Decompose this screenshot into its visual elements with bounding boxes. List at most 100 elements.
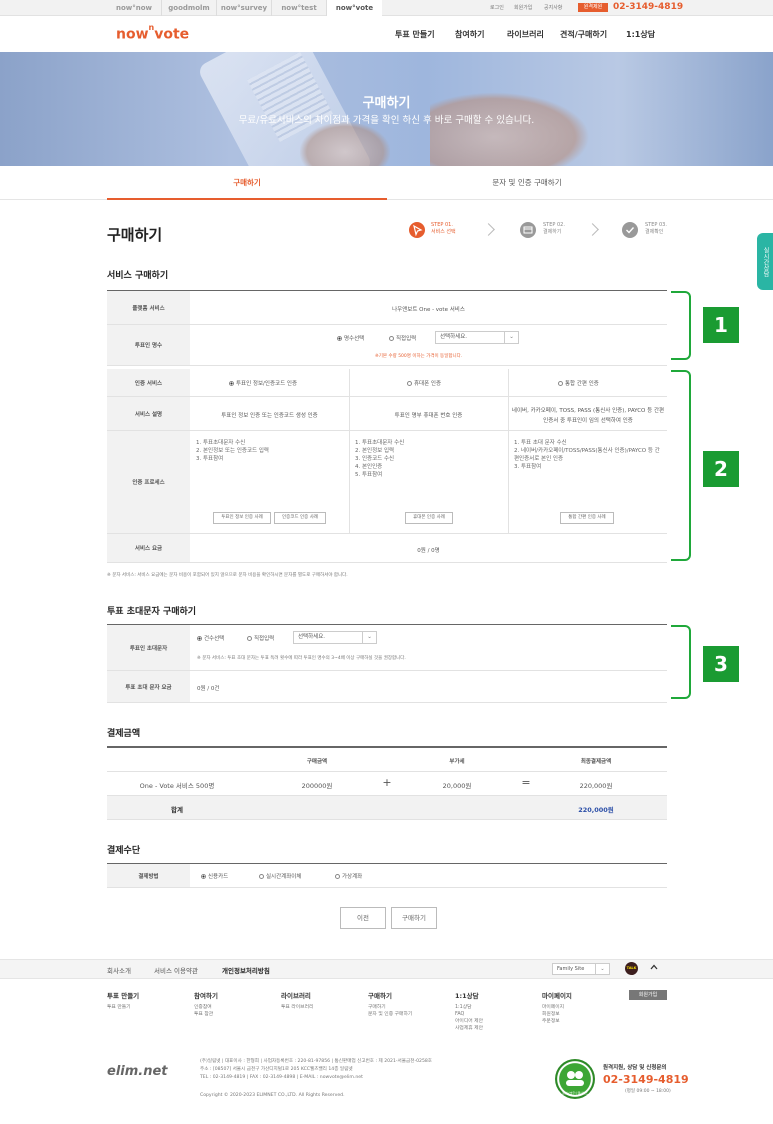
scroll-top-icon[interactable] — [645, 962, 663, 976]
footer-link-terms[interactable]: 서비스 이용약관 — [154, 965, 198, 975]
footer-link-company[interactable]: 회사소개 — [107, 965, 131, 975]
step1-text: 서비스 선택 — [431, 229, 456, 235]
sms-radio-direct[interactable]: 직접입력 — [247, 634, 274, 642]
site-tab-nowsurvey[interactable]: now°survey — [217, 0, 272, 16]
footer-col-item[interactable]: 아이디어 제안 — [455, 1018, 483, 1025]
nav-create-vote[interactable]: 투표 만들기 — [395, 29, 435, 40]
radio-icon[interactable] — [247, 636, 252, 641]
radio-selected-icon[interactable] — [229, 381, 234, 386]
step1-cursor-icon — [409, 222, 425, 238]
sms-note: ※ 문자 서비스: 투표 초대 문자는 투표 독려 횟수에 따라 투표인 명수의… — [197, 656, 406, 661]
voters-label: 투표인 명수 — [107, 325, 190, 365]
site-tab-goodmolm[interactable]: goodmolm — [162, 0, 217, 16]
login-link[interactable]: 로그인 — [490, 4, 504, 11]
notice-link[interactable]: 공지사항 — [544, 4, 562, 11]
sms-radio-count[interactable]: 건수선택 — [197, 634, 224, 642]
footer-col-item[interactable]: 투표 참관 — [194, 1011, 213, 1018]
radio-icon[interactable] — [558, 381, 563, 386]
footer-col-title[interactable]: 1:1상담 — [455, 990, 479, 1000]
voters-select[interactable]: 선택하세요. ⌄ — [435, 331, 519, 344]
radio-icon[interactable] — [259, 874, 264, 879]
family-site-value: Family Site — [557, 966, 585, 972]
phone-auth-example-button[interactable]: 휴대폰 인증 사례 — [405, 512, 453, 524]
process-phone: 1. 투표초대문자 수신 2. 본인정보 입력 3. 인증코드 수신 4. 본인… — [355, 439, 505, 479]
process-step: 1. 투표초대문자 수신 — [355, 440, 405, 446]
footer-col-item[interactable]: 인증참여 — [194, 1004, 213, 1011]
radio-selected-icon[interactable] — [337, 336, 342, 341]
voters-radio-count[interactable]: 명수선택 — [337, 334, 364, 342]
purchase-button[interactable]: 구매하기 — [391, 907, 437, 929]
auth-option-simple[interactable]: 통합 간편 인증 — [558, 379, 599, 387]
logo-now: now — [116, 26, 149, 43]
nav-quote-purchase[interactable]: 견적/구매하기 — [560, 29, 607, 40]
footer-col-title[interactable]: 마이페이지 — [542, 990, 572, 1000]
kakao-talk-icon[interactable]: TALK — [625, 962, 638, 975]
nav-participate[interactable]: 참여하기 — [455, 29, 484, 40]
footer-col-item[interactable]: 주문정보 — [542, 1018, 564, 1025]
row-process: 인증 프로세스 1. 투표초대문자 수신 2. 본인정보 또는 인증코드 입력 … — [107, 431, 667, 534]
signup-link[interactable]: 회원가입 — [514, 4, 532, 11]
tab-sms-auth-purchase[interactable]: 문자 및 인증 구매하기 — [387, 166, 667, 200]
footer-col-item[interactable]: FAQ — [455, 1011, 483, 1018]
method-transfer-label: 실시간계좌이체 — [266, 874, 302, 880]
code-auth-example-button[interactable]: 인증코드 인증 사례 — [274, 512, 326, 524]
voters-radio-direct[interactable]: 직접입력 — [389, 334, 416, 342]
footer-col-item[interactable]: 구매하기 — [368, 1004, 412, 1011]
live-chat-side-tab[interactable]: 실시간상담 — [757, 233, 773, 290]
auth-option-info[interactable]: 투표인 정보/인증코드 인증 — [229, 379, 297, 387]
site-logo[interactable]: nownvote — [116, 23, 189, 43]
footer-col-item[interactable]: 투표 만들기 — [107, 1004, 131, 1011]
footer-link-privacy[interactable]: 개인정보처리방침 — [222, 965, 270, 975]
footer-col-title[interactable]: 참여하기 — [194, 990, 218, 1000]
sms-select[interactable]: 선택하세요. ⌄ — [293, 631, 377, 644]
divider — [349, 369, 350, 534]
footer-col-title[interactable]: 구매하기 — [368, 990, 392, 1000]
footer-col-item[interactable]: 사업제휴 제안 — [455, 1025, 483, 1032]
footer-join-button[interactable]: 회원가입 — [629, 990, 667, 1000]
remote-support-badge[interactable]: 원격제원 — [578, 3, 608, 12]
auth-option-phone[interactable]: 휴대폰 인증 — [407, 379, 441, 387]
footer-col-item[interactable]: 문자 및 인증 구매하기 — [368, 1011, 412, 1018]
site-tab-nowtest[interactable]: now°test — [272, 0, 327, 16]
footer-col-title[interactable]: 투표 만들기 — [107, 990, 139, 1000]
prev-button[interactable]: 이전 — [340, 907, 386, 929]
radio-selected-icon[interactable] — [201, 874, 206, 879]
footer-col-items: 투표 만들기 — [107, 1004, 131, 1011]
nav-library[interactable]: 라이브러리 — [507, 29, 544, 40]
radio-selected-icon[interactable] — [197, 636, 202, 641]
info-auth-example-button[interactable]: 투표인 정보 인증 사례 — [213, 512, 271, 524]
row-description: 서비스 설명 투표인 정보 인증 또는 인증코드 생성 인증 투표인 명부 휴대… — [107, 397, 667, 431]
site-tab-nownow[interactable]: now°now — [107, 0, 162, 16]
sms-radio-count-label: 건수선택 — [204, 636, 225, 642]
footer-col-title[interactable]: 라이브러리 — [281, 990, 311, 1000]
step3-text: 결제확인 — [645, 229, 664, 235]
nav-consult[interactable]: 1:1상담 — [626, 29, 655, 40]
radio-icon[interactable] — [335, 874, 340, 879]
footer-col-item[interactable]: 투표 라이브러리 — [281, 1004, 313, 1011]
radio-icon[interactable] — [407, 381, 412, 386]
process-step: 1. 투표 초대 문자 수신 — [514, 440, 567, 446]
footer-col-item[interactable]: 회원정보 — [542, 1011, 564, 1018]
tab-purchase[interactable]: 구매하기 — [107, 166, 387, 200]
company-info: (주)일림넷 | 대표이사 : 한형희 | 사업자등록번호 : 220-81-9… — [200, 1058, 530, 1082]
method-card[interactable]: 신용카드 — [201, 872, 228, 880]
method-label: 결제방법 — [107, 864, 190, 887]
footer-col-item[interactable]: 1:1상담 — [455, 1004, 483, 1011]
sms-table: 투표인 초대문자 건수선택 직접입력 선택하세요. ⌄ ※ 문자 서비스: 투표 … — [107, 624, 667, 703]
site-tab-nowvote[interactable]: now°vote — [327, 0, 382, 16]
process-info: 1. 투표초대문자 수신 2. 본인정보 또는 인증코드 입력 3. 투표참여 — [196, 439, 346, 463]
auth-option-phone-label: 휴대폰 인증 — [414, 381, 442, 387]
step3-check-icon — [622, 222, 638, 238]
footer-col-items: 인증참여 투표 참관 — [194, 1004, 213, 1018]
simple-auth-example-button[interactable]: 통합 간편 인증 사례 — [560, 512, 614, 524]
family-site-select[interactable]: Family Site ⌄ — [552, 963, 610, 975]
desc-info: 투표인 정보 인증 또는 인증코드 생성 인증 — [221, 413, 318, 419]
process-step: 3. 투표참여 — [196, 456, 224, 462]
equals-icon: = — [521, 776, 531, 789]
method-transfer[interactable]: 실시간계좌이체 — [259, 872, 301, 880]
desc-simple: 네이버, 카카오페이, TOSS, PASS (통신사 인증), PAYCO 등… — [511, 408, 665, 424]
payment-total-row: 합계 220,000원 — [107, 796, 667, 820]
footer-col-item[interactable]: 마이페이지 — [542, 1004, 564, 1011]
radio-icon[interactable] — [389, 336, 394, 341]
method-virtual[interactable]: 가상계좌 — [335, 872, 362, 880]
